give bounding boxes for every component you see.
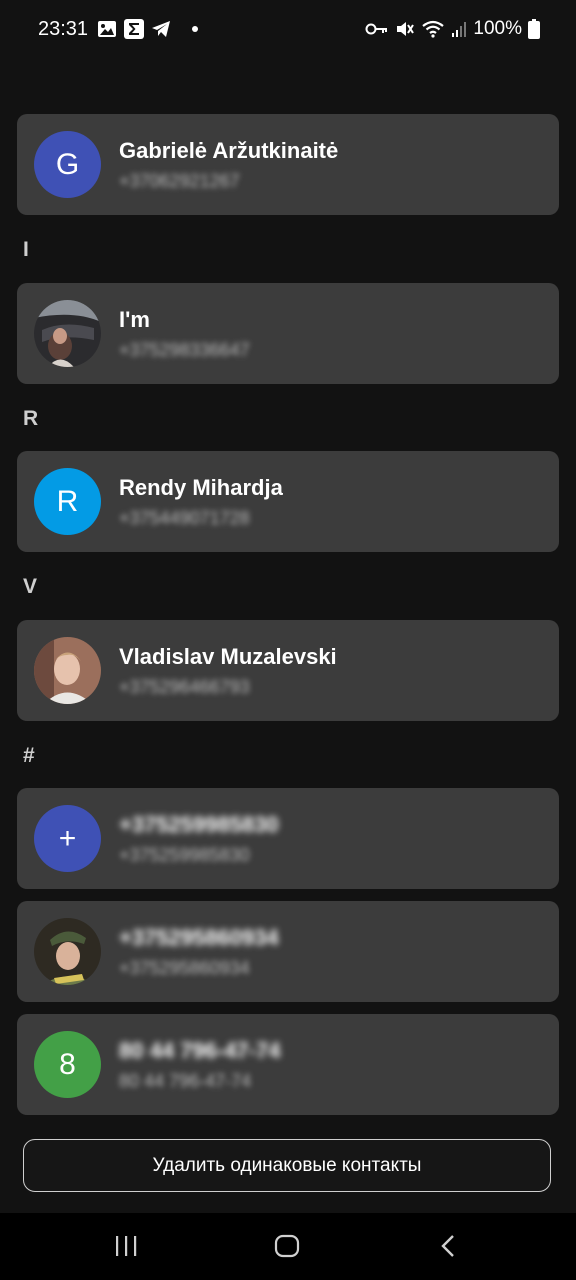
avatar-letter: 8: [59, 1047, 76, 1081]
sigma-icon: [124, 19, 144, 39]
navigation-bar: [0, 1213, 576, 1280]
contact-name: 80 44 796-47-74: [119, 1038, 281, 1063]
avatar: 8: [34, 1031, 101, 1098]
contact-name: Vladislav Muzalevski: [119, 644, 337, 669]
dot-icon: [192, 26, 198, 32]
home-icon[interactable]: [274, 1233, 300, 1259]
avatar: +: [34, 805, 101, 872]
status-system-icons: 100%: [365, 18, 540, 40]
contact-card[interactable]: + +375259985830 +375259985830: [17, 788, 559, 889]
contact-phone: +375259985830: [119, 845, 250, 865]
battery-icon: [528, 19, 540, 39]
section-header-r: R: [23, 407, 39, 430]
contact-phone: +375449071728: [119, 508, 250, 528]
contact-phone: +375298336647: [119, 340, 250, 360]
contact-card[interactable]: I'm +375298336647: [17, 283, 559, 384]
contact-name: +375259985830: [119, 812, 279, 837]
contact-name: +375295860934: [119, 925, 279, 950]
signal-icon: [452, 22, 467, 37]
wifi-icon: [422, 20, 445, 38]
section-header-i: I: [23, 238, 29, 261]
photo-man-cap: [34, 918, 101, 985]
mute-icon: [397, 22, 415, 36]
contact-name: Rendy Mihardja: [119, 475, 283, 500]
status-bar: 23:31 100%: [0, 0, 576, 60]
section-header-hash: #: [23, 744, 35, 767]
avatar-letter: G: [55, 147, 80, 181]
contact-card[interactable]: Vladislav Muzalevski +375296466793: [17, 620, 559, 721]
battery-percent: 100%: [473, 18, 522, 39]
contact-card[interactable]: G Gabrielė Aržutkinaitė +37062921267: [17, 114, 559, 215]
photo-man-portrait: [34, 637, 101, 704]
key-icon: [365, 23, 388, 35]
contact-name: I'm: [119, 307, 150, 332]
section-header-v: V: [23, 575, 38, 598]
contact-card[interactable]: +375295860934 +375295860934: [17, 901, 559, 1002]
contact-name: Gabrielė Aržutkinaitė: [119, 138, 339, 163]
avatar: G: [34, 131, 101, 198]
photo-car-interior: [34, 300, 101, 367]
avatar: [34, 918, 101, 985]
recent-apps-icon[interactable]: [114, 1233, 138, 1259]
telegram-icon: [152, 21, 170, 37]
avatar: [34, 300, 101, 367]
avatar-letter: R: [56, 484, 79, 518]
contact-card[interactable]: 8 80 44 796-47-74 80 44 796-47-74: [17, 1014, 559, 1115]
back-icon[interactable]: [438, 1233, 460, 1259]
status-time: 23:31: [38, 18, 89, 40]
contact-phone: 80 44 796-47-74: [119, 1071, 252, 1091]
image-icon: [98, 21, 116, 37]
avatar-letter: +: [58, 821, 77, 855]
avatar: [34, 637, 101, 704]
contact-phone: +37062921267: [119, 171, 240, 191]
status-notification-icons: [97, 19, 202, 39]
contact-phone: +375295860934: [119, 958, 250, 978]
contact-card[interactable]: R Rendy Mihardja +375449071728: [17, 451, 559, 552]
contact-phone: +375296466793: [119, 677, 250, 697]
remove-duplicates-button[interactable]: Удалить одинаковые контакты: [23, 1139, 551, 1192]
avatar: R: [34, 468, 101, 535]
